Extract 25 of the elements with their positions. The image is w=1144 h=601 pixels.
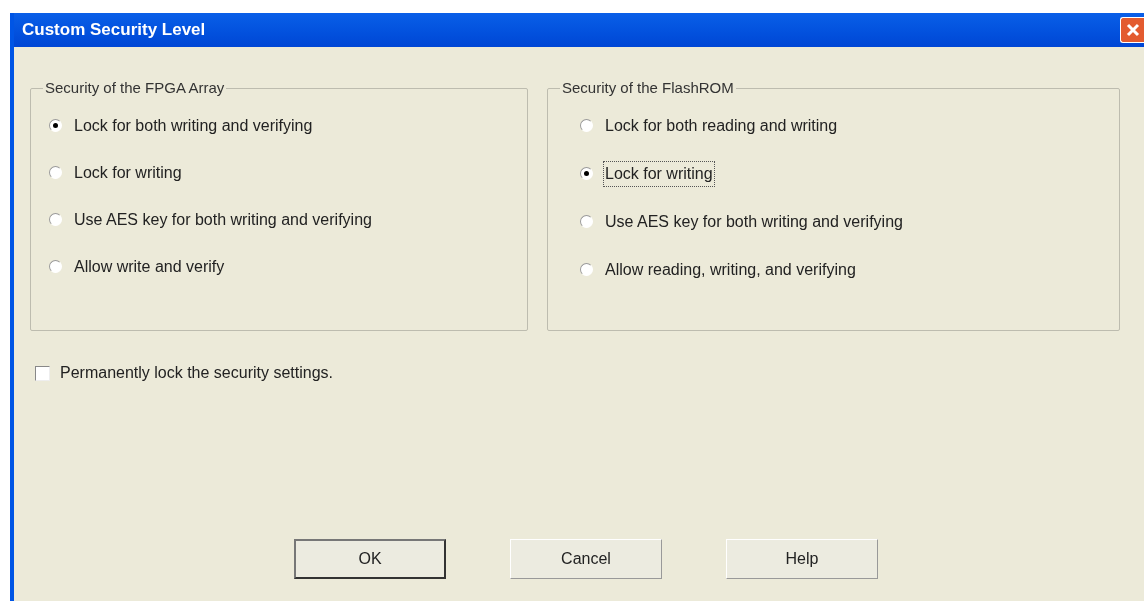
group-title: Security of the FlashROM [561,78,735,98]
dialog-button[interactable]: OK [294,539,446,579]
option-label[interactable]: Allow write and verify [72,253,227,280]
radio-button[interactable] [49,119,62,132]
checkbox-label: Permanently lock the security settings. [60,363,333,383]
option-label[interactable]: Use AES key for both writing and verifying [72,206,374,233]
window-title: Custom Security Level [22,19,206,42]
option-label[interactable]: Use AES key for both writing and verifying [603,208,905,235]
option-label[interactable]: Lock for both writing and verifying [72,112,315,139]
radio-button[interactable] [580,119,593,132]
radio-button[interactable] [580,263,593,276]
radio-button[interactable] [49,213,62,226]
checkbox[interactable] [35,365,50,381]
option-label[interactable]: Lock for writing [72,159,184,186]
close-icon[interactable] [1120,17,1144,43]
option-label[interactable]: Lock for writing [603,160,715,187]
radio-button[interactable] [580,167,593,180]
option-label[interactable]: Allow reading, writing, and verifying [603,256,858,283]
dialog-button[interactable]: Cancel [510,539,662,579]
radio-button[interactable] [49,166,62,179]
dialog-button[interactable]: Help [726,539,878,579]
group-title: Security of the FPGA Array [44,78,226,98]
radio-button[interactable] [580,215,593,228]
option-label[interactable]: Lock for both reading and writing [603,112,840,139]
radio-button[interactable] [49,260,62,273]
